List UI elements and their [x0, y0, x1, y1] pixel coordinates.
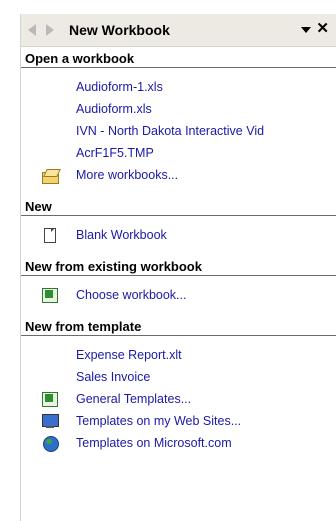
pane-title: New Workbook — [69, 22, 170, 38]
section-new-header: New — [21, 198, 336, 216]
microsoft-templates-label: Templates on Microsoft.com — [76, 436, 232, 450]
choose-workbook-link[interactable]: Choose workbook... — [21, 284, 336, 306]
recent-file-3[interactable]: IVN - North Dakota Interactive Vid — [21, 120, 336, 142]
recent-file-2[interactable]: Audioform.xls — [21, 98, 336, 120]
web-sites-icon — [41, 413, 59, 429]
recent-file-label: AcrF1F5.TMP — [76, 146, 154, 160]
section-open-header: Open a workbook — [21, 50, 336, 68]
back-arrow-icon[interactable] — [28, 24, 36, 36]
general-templates-label: General Templates... — [76, 392, 192, 406]
template-label: Expense Report.xlt — [76, 348, 182, 362]
more-workbooks-link[interactable]: More workbooks... — [21, 164, 336, 186]
recent-file-label: IVN - North Dakota Interactive Vid — [76, 124, 265, 138]
recent-file-1[interactable]: Audioform-1.xls — [21, 76, 336, 98]
template-expense-report[interactable]: Expense Report.xlt — [21, 344, 336, 366]
blank-workbook-label: Blank Workbook — [76, 228, 167, 242]
close-icon[interactable]: ✕ — [316, 20, 329, 38]
general-templates-link[interactable]: General Templates... — [21, 388, 336, 410]
recent-file-label: Audioform.xls — [76, 102, 152, 116]
task-pane: New Workbook ✕ Open a workbook Audioform… — [20, 14, 336, 521]
recent-file-4[interactable]: AcrF1F5.TMP — [21, 142, 336, 164]
web-sites-templates-label: Templates on my Web Sites... — [76, 414, 242, 428]
task-pane-titlebar: New Workbook ✕ — [21, 14, 336, 47]
web-sites-templates-link[interactable]: Templates on my Web Sites... — [21, 410, 336, 432]
choose-workbook-label: Choose workbook... — [76, 288, 187, 302]
blank-workbook-link[interactable]: Blank Workbook — [21, 224, 336, 246]
open-folder-icon — [41, 167, 61, 184]
section-template-header: New from template — [21, 318, 336, 336]
task-pane-content: Open a workbook Audioform-1.xls Audiofor… — [21, 50, 336, 454]
template-sales-invoice[interactable]: Sales Invoice — [21, 366, 336, 388]
microsoft-templates-link[interactable]: Templates on Microsoft.com — [21, 432, 336, 454]
excel-templates-icon — [41, 391, 59, 407]
globe-icon — [41, 435, 59, 452]
dropdown-triangle-icon[interactable] — [301, 27, 311, 33]
section-existing-header: New from existing workbook — [21, 258, 336, 276]
template-label: Sales Invoice — [76, 370, 151, 384]
blank-document-icon — [41, 227, 59, 243]
recent-file-label: Audioform-1.xls — [76, 80, 163, 94]
workbook-icon — [41, 287, 59, 303]
forward-arrow-icon[interactable] — [46, 24, 54, 36]
more-workbooks-label: More workbooks... — [76, 168, 179, 182]
